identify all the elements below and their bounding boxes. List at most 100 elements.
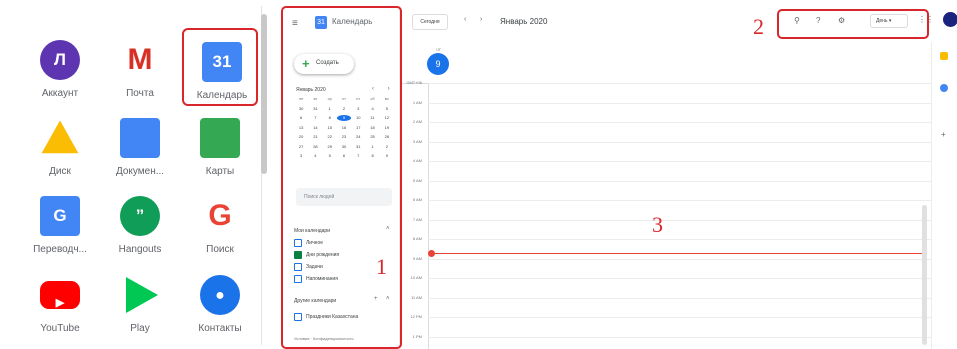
google-search-icon: G	[200, 196, 240, 236]
hour-label: 11 AM	[410, 294, 422, 300]
hour-label: 8 AM	[412, 236, 422, 241]
app-label: YouTube	[40, 323, 80, 334]
side-panel-rail: +	[931, 42, 957, 349]
calendar-window: ≡ 31 Календарь + Создать Январь 2020 ‹ ›…	[280, 6, 957, 349]
drive-icon	[41, 120, 79, 154]
hour-gridline	[428, 239, 931, 240]
app-tile[interactable]: Диск	[22, 106, 98, 184]
app-tile[interactable]: G Поиск	[182, 184, 258, 262]
app-tile[interactable]: M Почта	[102, 28, 178, 106]
callout-number-3: 3	[652, 212, 663, 237]
hour-label: 12 PM	[410, 314, 422, 319]
hour-gridline	[428, 219, 931, 221]
play-store-icon	[126, 277, 158, 313]
hour-label: 9 AM	[412, 255, 422, 261]
hour-row[interactable]: 12 PM	[400, 314, 931, 337]
app-tile[interactable]: Play	[102, 263, 178, 341]
hour-row[interactable]: 2 AM	[400, 119, 931, 142]
hour-label: 4 AM	[412, 158, 422, 163]
hour-gridline	[428, 102, 931, 104]
hour-gridline	[428, 200, 931, 201]
app-label: Поиск	[206, 244, 234, 255]
current-time-line	[431, 253, 926, 254]
hour-row[interactable]: 8 AM	[400, 236, 931, 259]
calendar-icon: 31	[202, 42, 242, 82]
app-tile[interactable]: ▶ YouTube	[22, 263, 98, 341]
app-label: Play	[130, 323, 150, 334]
callout-number-2: 2	[753, 14, 764, 39]
app-tile[interactable]: Л Аккаунт	[22, 28, 98, 106]
prev-period-button[interactable]: ‹	[464, 16, 466, 23]
hangouts-icon: ”	[120, 196, 160, 236]
top-controls-highlight	[777, 9, 929, 39]
tasks-icon[interactable]	[940, 84, 948, 92]
hour-label: 1 AM	[412, 99, 422, 105]
keep-icon[interactable]	[940, 52, 948, 60]
app-label: Карты	[205, 166, 235, 177]
hour-row[interactable]: 4 AM	[400, 158, 931, 181]
hour-gridline	[428, 141, 931, 143]
apps-panel-scrollbar[interactable]	[261, 14, 267, 174]
account-icon: Л	[40, 40, 80, 80]
translate-icon: G	[40, 196, 80, 236]
hour-label: 7 AM	[412, 216, 422, 222]
hour-row[interactable]: GMT+06	[400, 80, 931, 103]
add-addon-icon[interactable]: +	[941, 130, 946, 139]
app-tile[interactable]: 31 Календарь	[182, 28, 258, 106]
app-label: Контакты	[198, 323, 242, 334]
app-tile[interactable]: Карты	[182, 106, 258, 184]
hour-row[interactable]: 10 AM	[400, 275, 931, 298]
next-period-button[interactable]: ›	[480, 16, 482, 23]
app-tile[interactable]: ” Hangouts	[102, 184, 178, 262]
hour-row[interactable]: 1 AM	[400, 99, 931, 123]
hour-row[interactable]: 3 AM	[400, 138, 931, 162]
current-time-dot	[428, 250, 435, 257]
hour-gridline	[428, 278, 931, 279]
maps-icon	[200, 118, 240, 158]
hour-gridline	[428, 161, 931, 162]
day-view-grid[interactable]: ЧТ 9 GMT+06 1 AM 2 AM 3 AM 4 AM 5 AM 6 AM 7 AM 8…	[400, 42, 931, 349]
app-label: Hangouts	[118, 244, 162, 255]
hour-label: 3 AM	[412, 138, 422, 144]
app-tile[interactable]: ● Контакты	[182, 263, 258, 341]
app-label: Диск	[49, 166, 71, 177]
app-label: Аккаунт	[41, 88, 79, 99]
today-button[interactable]: Сегодня	[412, 14, 448, 30]
day-weekday-label: ЧТ	[436, 47, 442, 52]
callout-number-1: 1	[376, 254, 387, 279]
hour-gridline	[428, 258, 931, 260]
app-label: Календарь	[196, 90, 248, 101]
apps-launcher-panel: Л Аккаунт M Почта 31 Календарь Диск Докумен... К…	[8, 6, 262, 345]
hour-row[interactable]: 1 PM	[400, 333, 931, 349]
youtube-icon: ▶	[40, 281, 80, 309]
gmail-icon: M	[120, 40, 160, 80]
account-avatar[interactable]	[943, 12, 957, 27]
app-label: Переводч...	[33, 244, 87, 255]
hour-gridline	[428, 317, 931, 318]
side-pane-highlight	[281, 6, 402, 349]
app-tile[interactable]: G Переводч...	[22, 184, 98, 262]
app-tile[interactable]: Докумен...	[102, 106, 178, 184]
app-label: Почта	[126, 88, 154, 99]
current-month-title: Январь 2020	[500, 17, 548, 26]
hour-row[interactable]: 11 AM	[400, 294, 931, 318]
hour-row[interactable]: 5 AM	[400, 177, 931, 201]
hour-gridline	[428, 336, 931, 338]
hour-label: 1 PM	[412, 333, 422, 339]
hour-label: 5 AM	[412, 177, 422, 183]
hour-row[interactable]: 9 AM	[400, 255, 931, 279]
hour-gridline	[428, 122, 931, 123]
hour-label: 2 AM	[412, 119, 422, 124]
contacts-icon: ●	[200, 275, 240, 315]
hour-label: 6 AM	[412, 197, 422, 202]
day-view-scrollbar[interactable]	[922, 205, 927, 345]
hour-label: 10 AM	[410, 275, 422, 280]
docs-icon	[120, 118, 160, 158]
hour-row[interactable]: 6 AM	[400, 197, 931, 220]
hour-gridline	[428, 83, 931, 84]
hour-label: GMT+06	[406, 80, 422, 85]
hour-gridline	[428, 297, 931, 299]
day-number-badge[interactable]: 9	[427, 53, 449, 75]
app-label: Докумен...	[115, 166, 165, 177]
hour-row[interactable]: 7 AM	[400, 216, 931, 240]
